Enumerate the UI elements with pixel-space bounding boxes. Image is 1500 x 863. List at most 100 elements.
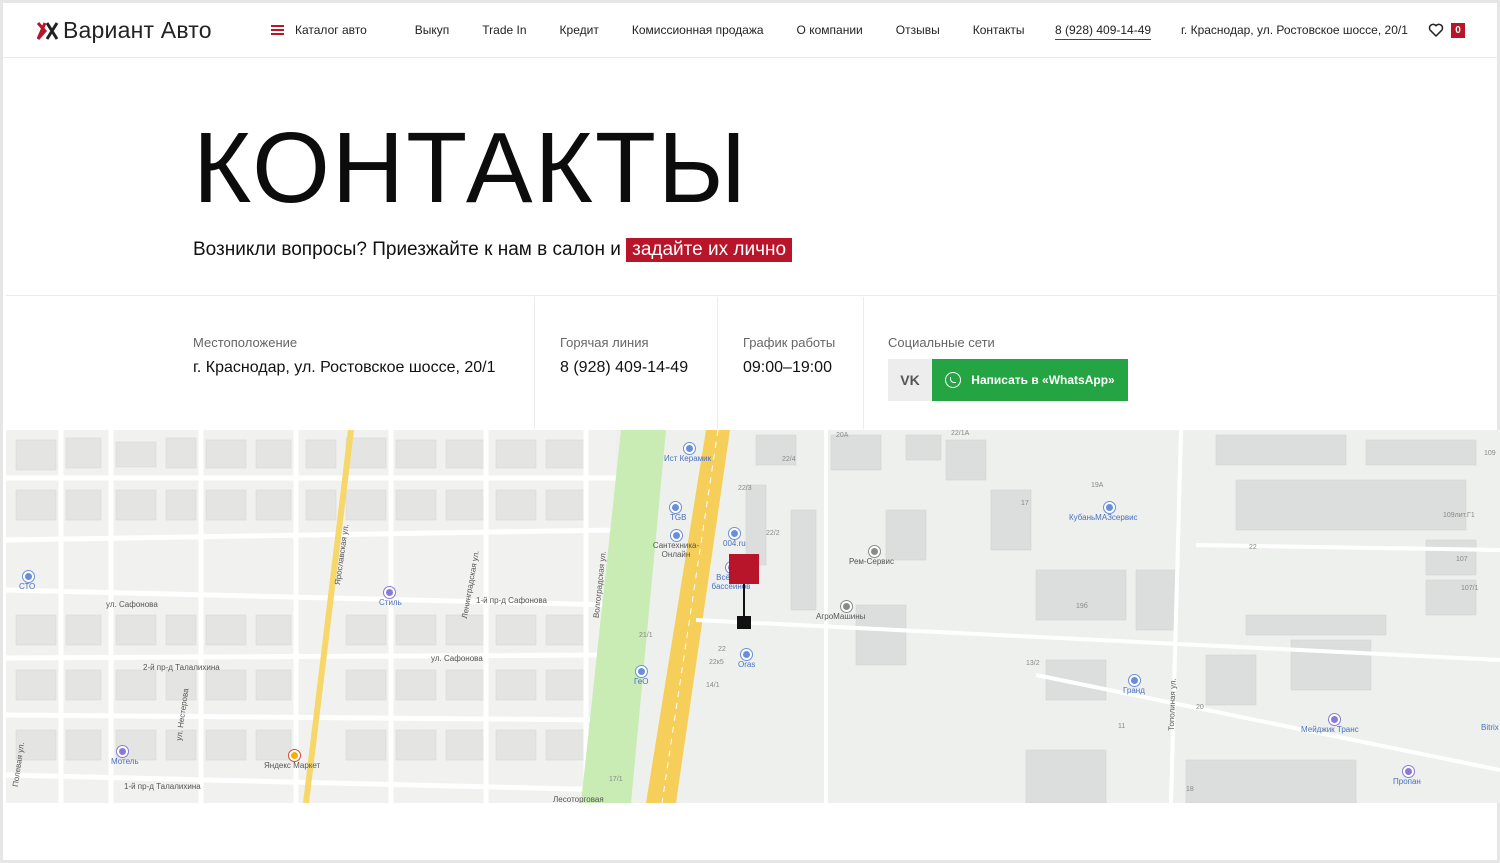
map-poi[interactable]: Пропан <box>1393 766 1421 786</box>
map-pin-icon <box>670 502 681 513</box>
logo[interactable]: Вариант Авто <box>37 17 212 44</box>
map-poi-label: КубаньМАЗсервис <box>1069 513 1138 522</box>
heart-icon[interactable] <box>1428 22 1444 38</box>
map-poi-label: Рем-Сервис <box>849 557 894 566</box>
map-pin-icon <box>869 546 880 557</box>
map-poi[interactable]: СТО <box>19 571 36 591</box>
map-number: 14/1 <box>706 682 720 689</box>
nav-trade-in[interactable]: Trade In <box>482 23 526 37</box>
map-poi-label: ГеО <box>634 677 649 686</box>
map-poi[interactable]: 004.ru <box>723 528 746 548</box>
map-street-label: Лесоторговая <box>553 795 604 803</box>
map-pin-icon <box>684 443 695 454</box>
map-number: 22/4 <box>782 456 796 463</box>
map-poi[interactable]: Мотель <box>111 746 139 766</box>
map-street-label: 2-й пр-д Талалихина <box>143 663 220 672</box>
header-phone-link[interactable]: 8 (928) 409-14-49 <box>1055 23 1152 40</box>
map-pin-icon <box>1104 502 1115 513</box>
map-poi[interactable]: Гранд <box>1123 675 1145 695</box>
vk-button[interactable]: VK <box>888 359 932 401</box>
map-poi[interactable]: АгроМашины <box>816 601 865 621</box>
map-poi[interactable]: ГеО <box>634 666 649 686</box>
map-poi[interactable]: Сантехника-Онлайн <box>646 530 706 559</box>
map-number: 109 <box>1484 450 1496 457</box>
nav-commission-sale[interactable]: Комиссионная продажа <box>632 23 764 37</box>
map-number: 19А <box>1091 482 1104 489</box>
map-poi-label: Яндекс Маркет <box>264 761 321 770</box>
nav-contacts[interactable]: Контакты <box>973 23 1025 37</box>
map-poi[interactable]: Яндекс Маркет <box>264 750 320 770</box>
nav-buyout[interactable]: Выкуп <box>415 23 450 37</box>
whatsapp-button-label: Написать в «WhatsApp» <box>971 373 1115 387</box>
map-number: 107/1 <box>1461 585 1479 592</box>
subtitle-highlight: задайте их лично <box>626 238 793 262</box>
menu-burger-icon <box>271 25 284 35</box>
map-poi-label: 004.ru <box>723 539 746 548</box>
nav-about[interactable]: О компании <box>797 23 863 37</box>
page-subtitle: Возникли вопросы? Приезжайте к нам в сал… <box>193 238 793 262</box>
favorites-count-badge[interactable]: 0 <box>1451 23 1465 38</box>
map-poi[interactable]: TGB <box>670 502 686 522</box>
browser-frame: Вариант Авто Каталог авто Выкуп Trade In… <box>0 0 1500 863</box>
map-number: 18 <box>1186 786 1194 793</box>
map-poi-label: Мейджик Транс <box>1301 725 1359 734</box>
map-number: 22к5 <box>709 659 724 666</box>
marker-pole <box>743 584 745 618</box>
map-number: 20А <box>836 432 849 439</box>
map-poi-label: Мотель <box>111 757 139 766</box>
map-number: 20 <box>1196 704 1204 711</box>
map-pin-icon <box>1129 675 1140 686</box>
map-pin-icon <box>741 649 752 660</box>
map-poi[interactable]: Ист Керамик <box>664 443 711 463</box>
map-number: 13/2 <box>1026 660 1040 667</box>
map-poi-label: Сантехника-Онлайн <box>652 541 700 559</box>
map-poi-label: Пропан <box>1393 777 1421 786</box>
location-map[interactable]: ул. Сафонова 1-й пр-д Сафонова ул. Сафон… <box>6 430 1500 803</box>
hotline-label: Горячая линия <box>560 335 649 350</box>
map-pin-icon <box>670 530 682 541</box>
divider <box>717 297 718 429</box>
logo-text: Вариант Авто <box>63 17 212 43</box>
map-pin-icon <box>23 571 34 582</box>
divider <box>534 297 535 429</box>
logo-mark-icon <box>37 21 59 40</box>
map-number: 17/1 <box>609 776 623 783</box>
map-poi[interactable]: КубаньМАЗсервис <box>1069 502 1138 522</box>
nav-credit[interactable]: Кредит <box>560 23 599 37</box>
map-canvas <box>6 430 1500 803</box>
hotline-value[interactable]: 8 (928) 409-14-49 <box>560 359 688 377</box>
map-street-label: ул. Сафонова <box>431 654 483 663</box>
location-marker-icon[interactable] <box>729 554 759 629</box>
map-street-label: 1-й пр-д Талалихина <box>124 782 201 791</box>
map-number: 22/2 <box>766 530 780 537</box>
whatsapp-button[interactable]: Написать в «WhatsApp» <box>932 359 1128 401</box>
map-poi[interactable]: Orаs <box>738 649 755 669</box>
map-pin-icon <box>841 601 852 612</box>
marker-base <box>737 616 751 629</box>
map-pin-icon <box>729 528 740 539</box>
map-pin-icon <box>117 746 128 757</box>
map-poi-label: Стиль <box>379 598 402 607</box>
map-poi-label: АгроМашины <box>816 612 866 621</box>
map-poi-label: Ист Керамик <box>664 454 712 463</box>
map-poi-label: Orаs <box>738 660 756 669</box>
divider <box>6 295 1500 296</box>
map-pin-icon <box>384 587 395 598</box>
nav-reviews[interactable]: Отзывы <box>896 23 940 37</box>
map-poi-label: Bitrix <box>1481 723 1499 732</box>
map-number: 107 <box>1456 556 1468 563</box>
map-poi[interactable]: Bitrix <box>1481 723 1499 732</box>
map-number: 22 <box>718 646 726 653</box>
map-number: 109лит.Г1 <box>1443 512 1475 519</box>
map-poi[interactable]: Рем-Сервис <box>849 546 894 566</box>
map-pin-icon <box>636 666 647 677</box>
schedule-label: График работы <box>743 335 836 350</box>
map-number: 19б <box>1076 603 1088 610</box>
map-poi[interactable]: Мейджик Транс <box>1301 714 1359 734</box>
marker-flag <box>729 554 759 584</box>
nav-catalog[interactable]: Каталог авто <box>271 23 367 37</box>
schedule-value: 09:00–19:00 <box>743 359 832 376</box>
map-poi[interactable]: Стиль <box>379 587 402 607</box>
map-pin-icon <box>1329 714 1340 725</box>
subtitle-text: Возникли вопросы? Приезжайте к нам в сал… <box>193 239 621 260</box>
